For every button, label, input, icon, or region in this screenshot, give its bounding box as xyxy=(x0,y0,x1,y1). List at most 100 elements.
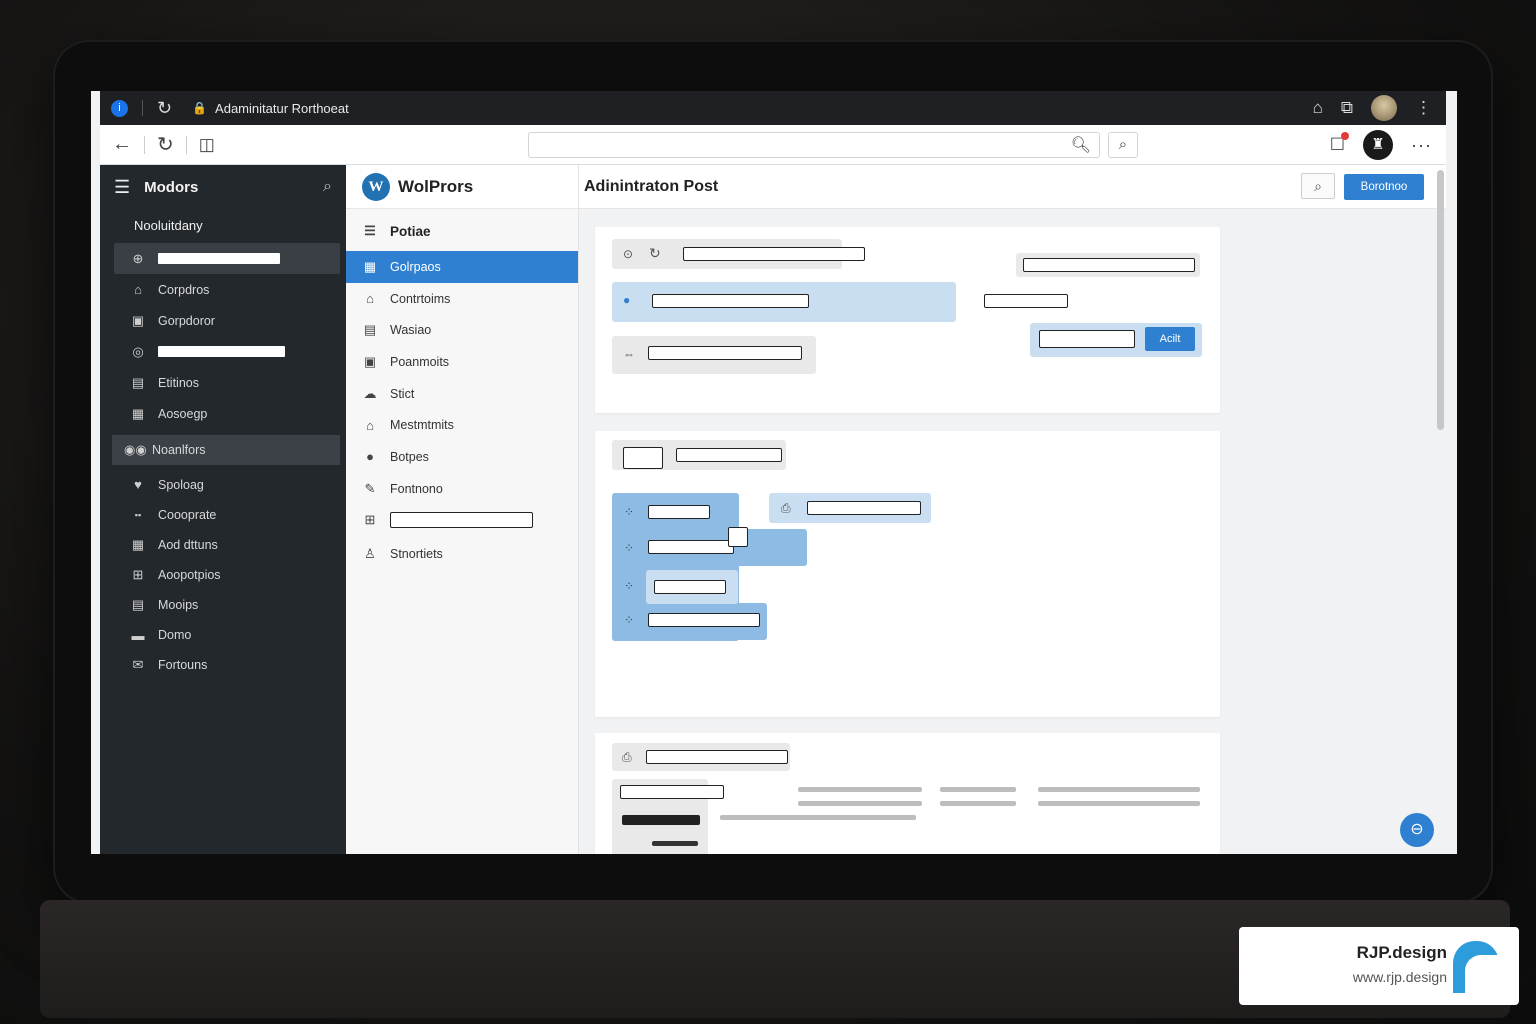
document-icon: ▣ xyxy=(363,353,377,369)
block-input[interactable] xyxy=(654,580,726,594)
post-icon: ▣ xyxy=(131,312,145,328)
subnav-item[interactable]: ● Botpes xyxy=(346,441,578,473)
subnav-item[interactable]: ⊞ xyxy=(346,505,578,537)
sidebar-item-label: Spoloag xyxy=(158,477,204,492)
table-input[interactable] xyxy=(620,785,724,799)
grid-icon: ▦ xyxy=(131,537,145,552)
kebab-menu-icon[interactable]: ⋮ xyxy=(1415,98,1432,118)
sidebar-item-active[interactable]: ⊕ xyxy=(114,243,340,274)
add-button[interactable]: Acilt xyxy=(1145,327,1195,351)
primary-action-button[interactable]: Borotnoo xyxy=(1344,174,1424,200)
watermark-url: www.rjp.design xyxy=(1352,969,1447,985)
editor-icon: ▤ xyxy=(131,374,145,390)
blocks-icon: ▪▪ xyxy=(134,510,142,520)
list-icon: ☰ xyxy=(364,223,376,238)
more-icon[interactable]: ··· xyxy=(1411,135,1432,156)
field-input[interactable] xyxy=(984,294,1068,308)
grid-icon: ▦ xyxy=(131,405,145,421)
field-input[interactable] xyxy=(652,294,809,308)
block-input[interactable] xyxy=(648,505,710,519)
search-icon[interactable]: 🔍︎ xyxy=(1071,135,1091,155)
back-arrow-icon[interactable]: ← xyxy=(112,133,132,156)
sidebar-item[interactable]: ▤ Mooips xyxy=(100,590,346,620)
subnav-item[interactable]: ▤ Wasiao xyxy=(346,314,578,346)
main-content: Adinintraton Post ⌕ Borotnoo ⊙ ↻ ● ⇔ Aci… xyxy=(579,165,1446,854)
scrollbar[interactable] xyxy=(1437,170,1444,430)
watermark: RJP.design www.rjp.design xyxy=(1239,927,1519,1005)
sidebar-item[interactable]: ▤ Etitinos xyxy=(100,367,346,398)
reload-icon[interactable]: ↻ xyxy=(157,132,174,157)
sidebar-item[interactable]: ◎ xyxy=(100,336,346,367)
subnav-item[interactable]: ⌂ Mestmtmits xyxy=(346,409,578,441)
table-cell xyxy=(622,815,700,825)
search-button[interactable]: ⌕ xyxy=(1301,173,1335,199)
sidebar-section[interactable]: ◉◉ Noanlfors xyxy=(112,435,340,465)
grid-icon: ⊞ xyxy=(364,512,376,528)
external-window-icon[interactable]: ⧉ xyxy=(1341,98,1353,118)
subnav-item[interactable]: ⌂ Contrtoims xyxy=(346,283,578,315)
sidebar-item[interactable]: ✉ Fortouns xyxy=(100,650,346,680)
table-cell xyxy=(940,787,1016,792)
search-button[interactable]: ⌕ xyxy=(1108,132,1138,158)
subnav-item[interactable]: ✎ Fontnono xyxy=(346,473,578,505)
subnav-heading[interactable]: ☰ Potiae xyxy=(346,211,578,251)
field-input[interactable] xyxy=(676,448,782,462)
sidebar-item[interactable]: ▣ Gorpdoror xyxy=(100,305,346,336)
sidebar-toggle-icon[interactable]: ◫ xyxy=(199,135,215,155)
divider xyxy=(142,100,143,116)
help-icon[interactable]: ⊖ xyxy=(1400,813,1434,847)
resize-handle-icon[interactable] xyxy=(728,527,748,547)
lock-icon: 🔒 xyxy=(192,101,208,115)
drag-handle-icon[interactable]: ⁘ xyxy=(624,505,634,519)
subnav-item[interactable]: ☁ Stict xyxy=(346,378,578,410)
brand-header: W WolPrors xyxy=(346,165,578,209)
address-bar[interactable]: 🔍︎ xyxy=(528,132,1100,158)
sidebar-subtitle: Nooluitdany xyxy=(134,218,203,233)
divider xyxy=(144,135,145,154)
table-card: ⎙ xyxy=(595,733,1220,854)
notification-icon[interactable]: ☐ xyxy=(1330,132,1350,155)
add-input[interactable] xyxy=(1039,330,1135,348)
secondary-nav: W WolPrors ☰ Potiae ▦ Golrpaos ⌂ Contrto… xyxy=(346,165,579,854)
field-input[interactable] xyxy=(648,346,802,360)
sidebar-item[interactable]: ⊞ Aoopotpios xyxy=(100,560,346,590)
sidebar-item[interactable]: ⌂ Corpdros xyxy=(100,274,346,305)
sidebar-item[interactable]: ♥ Spoloag xyxy=(100,469,346,500)
field-input[interactable] xyxy=(646,750,788,764)
drag-handle-icon[interactable]: ⁘ xyxy=(624,579,634,593)
drag-handle-icon[interactable]: ⁘ xyxy=(624,541,634,555)
sidebar-item-label: Aod dttuns xyxy=(158,538,218,552)
subnav-input-field[interactable] xyxy=(390,512,533,529)
mail-icon: ✉ xyxy=(132,657,144,672)
subnav-item[interactable]: ▣ Poanmoits xyxy=(346,346,578,378)
sidebar-item[interactable]: ▪▪ Coooprate xyxy=(100,500,346,530)
subnav-item-label: Stnortiets xyxy=(390,547,443,562)
table-cell xyxy=(798,787,922,792)
block-input[interactable] xyxy=(648,613,760,627)
reload-icon[interactable]: ↻ xyxy=(157,98,172,119)
sidebar-item[interactable]: ▦ Aod dttuns xyxy=(100,530,346,560)
tag-icon: ● xyxy=(623,293,631,307)
title-input[interactable] xyxy=(683,247,865,261)
search-icon[interactable]: ⌕ xyxy=(323,178,332,196)
sidebar-item[interactable]: ▬ Domo xyxy=(100,620,346,650)
home-icon[interactable]: ⌂ xyxy=(1313,98,1323,118)
table-cell xyxy=(1038,787,1200,792)
subnav-item-label: Botpes xyxy=(390,449,429,464)
table-cell xyxy=(652,841,698,846)
block-input[interactable] xyxy=(648,540,734,554)
refresh-icon[interactable]: ↻ xyxy=(649,245,661,262)
tab-title: Adaminitatur Rorthoeat xyxy=(215,100,349,116)
sidebar-item[interactable]: ▦ Aosoegp xyxy=(100,398,346,429)
info-icon[interactable]: i xyxy=(111,99,128,117)
subnav-item-active[interactable]: ▦ Golrpaos xyxy=(346,251,578,283)
checkbox-field[interactable] xyxy=(623,447,663,469)
block-input[interactable] xyxy=(807,501,921,515)
profile-avatar[interactable] xyxy=(1371,95,1397,121)
hamburger-icon[interactable]: ☰ xyxy=(114,177,130,198)
user-avatar[interactable]: ♜ xyxy=(1363,130,1394,160)
drag-handle-icon[interactable]: ⁘ xyxy=(624,613,634,627)
field-input[interactable] xyxy=(1023,258,1195,272)
subnav-item[interactable]: ♙ Stnortiets xyxy=(346,538,578,570)
settings-icon[interactable]: ⊙ xyxy=(623,247,633,261)
